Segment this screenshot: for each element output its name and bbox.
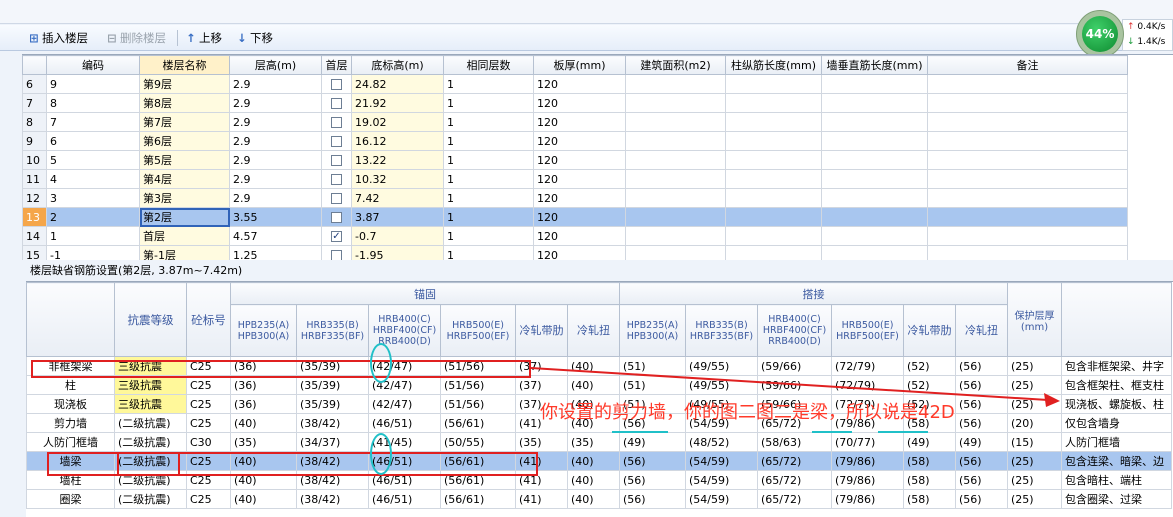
annotation-note: 你设置的剪力墙，你的图二图二是梁，所以说是42D <box>540 402 955 423</box>
annotation-arrow <box>530 367 1060 433</box>
